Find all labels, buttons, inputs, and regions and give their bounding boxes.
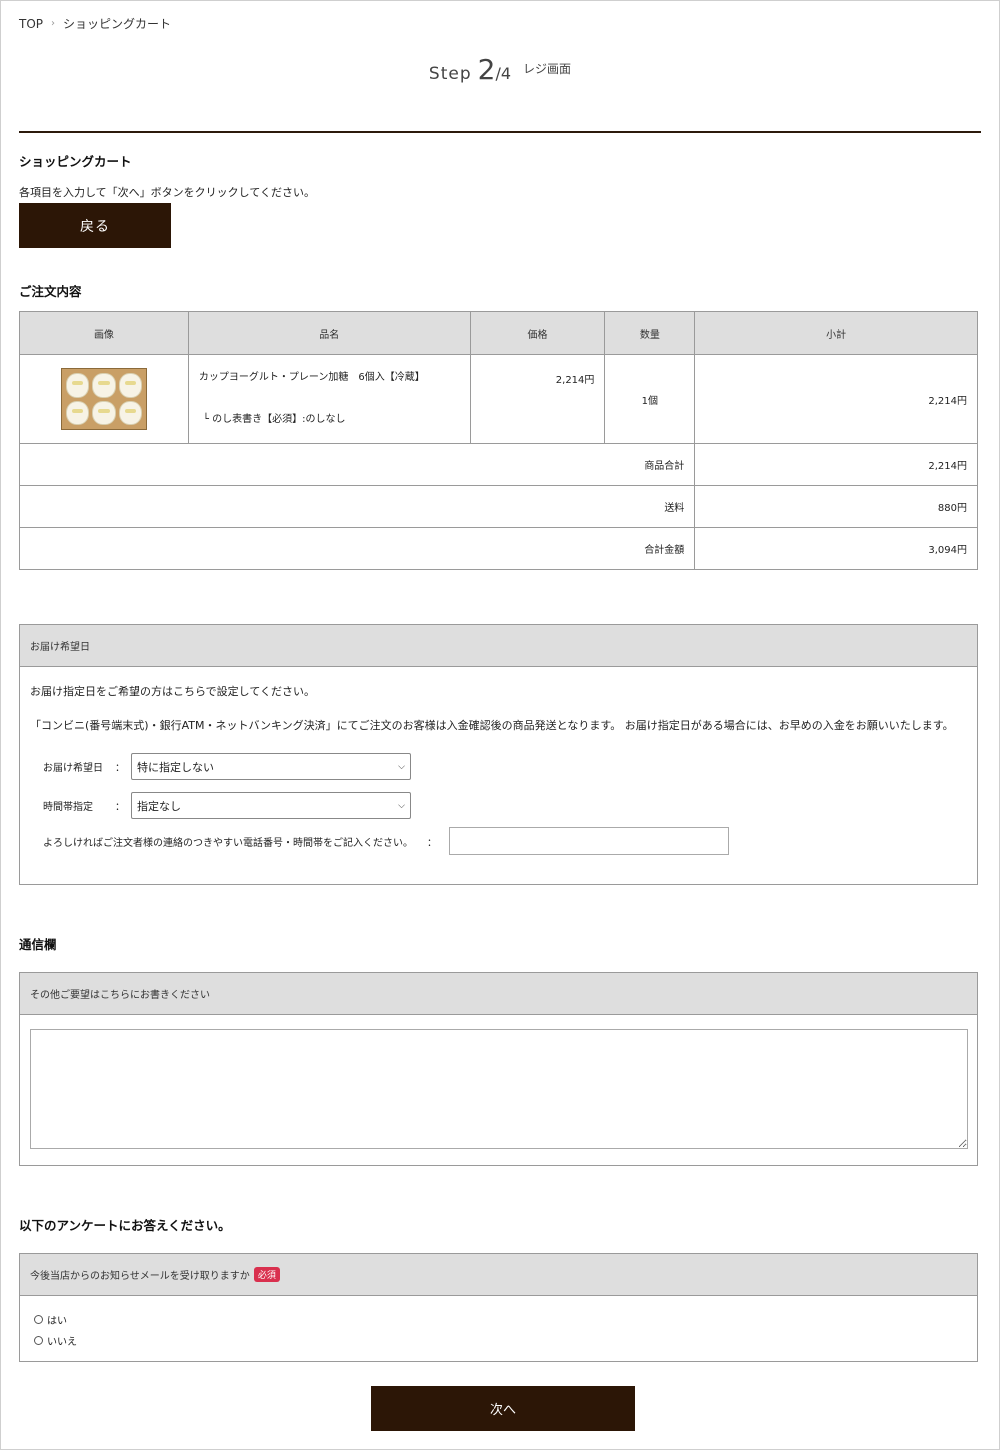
- radio-label: はい: [47, 1316, 67, 1327]
- colon: ：: [115, 802, 125, 813]
- breadcrumb-home-link[interactable]: TOP: [19, 17, 43, 31]
- comm-textarea[interactable]: [30, 1029, 968, 1149]
- header-divider: [19, 131, 981, 133]
- delivery-date-value: 特に指定しない: [137, 760, 214, 774]
- breadcrumb: TOP › ショッピングカート: [19, 15, 171, 32]
- product-image-cell: [19, 354, 189, 444]
- delivery-date-row: お届け希望日 ： 特に指定しない ⌵: [43, 753, 411, 780]
- next-button[interactable]: 次へ: [371, 1386, 635, 1431]
- radio-option-no[interactable]: いいえ: [34, 1333, 963, 1348]
- product-qty: 1個: [604, 354, 696, 444]
- col-header-subtotal: 小計: [694, 311, 978, 355]
- cart-title: ショッピングカート: [19, 154, 132, 169]
- col-header-price: 価格: [469, 311, 606, 355]
- contact-row: よろしければご注文者様の連絡のつきやすい電話番号・時間帯をご記入ください。 ：: [43, 827, 729, 855]
- summary-label: 送料: [18, 485, 696, 528]
- colon: ：: [427, 837, 437, 849]
- order-header-row: 画像 品名 価格 数量 小計: [19, 311, 978, 355]
- contact-input[interactable]: [449, 827, 729, 855]
- summary-value: 3,094円: [694, 527, 978, 570]
- chevron-down-icon: ⌵: [398, 800, 405, 811]
- product-image[interactable]: [60, 368, 147, 430]
- summary-value: 2,214円: [694, 443, 978, 486]
- summary-row-total: 合計金額 3,094円: [18, 527, 978, 570]
- col-header-name: 品名: [187, 311, 471, 355]
- colon: ：: [115, 763, 125, 774]
- chevron-right-icon: ›: [51, 18, 56, 29]
- delivery-panel: お届け希望日 お届け指定日をご希望の方はこちらで設定してください。 「コンビニ(…: [19, 624, 978, 885]
- time-slot-label: 時間帯指定: [43, 802, 93, 813]
- delivery-date-select[interactable]: 特に指定しない ⌵: [131, 753, 411, 780]
- comm-title: 通信欄: [19, 937, 57, 952]
- summary-value: 880円: [694, 485, 978, 528]
- delivery-header: お届け希望日: [20, 625, 977, 667]
- summary-row-items: 商品合計 2,214円: [18, 443, 978, 486]
- step-label: レジ画面: [523, 62, 572, 76]
- survey-question: 今後当店からのお知らせメールを受け取りますか 必須: [20, 1254, 977, 1296]
- col-header-image: 画像: [19, 311, 189, 355]
- required-badge: 必須: [253, 1267, 280, 1282]
- contact-label: よろしければご注文者様の連絡のつきやすい電話番号・時間帯をご記入ください。: [43, 837, 413, 849]
- comm-header: その他ご要望はこちらにお書きください: [20, 973, 977, 1015]
- summary-row-shipping: 送料 880円: [18, 485, 978, 528]
- survey-question-text: 今後当店からのお知らせメールを受け取りますか: [30, 1271, 250, 1282]
- order-table: 画像 品名 価格 数量 小計 カップヨーグルト・プレーン加糖 6個入【冷蔵】 └…: [18, 311, 978, 570]
- survey-title: 以下のアンケートにお答えください。: [19, 1218, 231, 1233]
- delivery-note: お届け指定日をご希望の方はこちらで設定してください。: [30, 685, 316, 698]
- radio-button[interactable]: [34, 1336, 43, 1345]
- back-button[interactable]: 戻る: [19, 203, 171, 248]
- breadcrumb-current: ショッピングカート: [63, 17, 172, 31]
- time-slot-row: 時間帯指定 ： 指定なし ⌵: [43, 792, 411, 819]
- product-price: 2,214円: [469, 354, 606, 444]
- survey-panel: 今後当店からのお知らせメールを受け取りますか 必須 はい いいえ: [19, 1253, 978, 1362]
- radio-option-yes[interactable]: はい: [34, 1312, 963, 1327]
- summary-label: 商品合計: [18, 443, 696, 486]
- step-current: 2: [477, 53, 496, 86]
- product-subtotal: 2,214円: [694, 354, 978, 444]
- summary-label: 合計金額: [18, 527, 696, 570]
- time-slot-select[interactable]: 指定なし ⌵: [131, 792, 411, 819]
- chevron-down-icon: ⌵: [398, 761, 405, 772]
- step-word: Step: [428, 64, 472, 84]
- step-indicator: Step 2/4 レジ画面: [1, 53, 999, 86]
- time-slot-value: 指定なし: [137, 799, 181, 813]
- col-header-qty: 数量: [604, 311, 696, 355]
- product-name[interactable]: カップヨーグルト・プレーン加糖 6個入【冷蔵】: [199, 371, 460, 385]
- radio-label: いいえ: [47, 1337, 77, 1348]
- delivery-date-label: お届け希望日: [43, 763, 103, 774]
- step-total: /4: [495, 64, 512, 83]
- payment-note: 「コンビニ(番号端末式)・銀行ATM・ネットバンキング決済」にてご注文のお客様は…: [30, 719, 954, 732]
- order-title: ご注文内容: [19, 284, 82, 299]
- comm-panel: その他ご要望はこちらにお書きください: [19, 972, 978, 1166]
- product-name-cell: カップヨーグルト・プレーン加糖 6個入【冷蔵】 └ のし表書き【必須】:のしなし: [187, 354, 471, 444]
- product-option: └ のし表書き【必須】:のしなし: [202, 414, 346, 425]
- table-row: カップヨーグルト・プレーン加糖 6個入【冷蔵】 └ のし表書き【必須】:のしなし…: [19, 354, 978, 444]
- radio-button[interactable]: [34, 1315, 43, 1324]
- cart-instruction: 各項目を入力して「次へ」ボタンをクリックしてください。: [19, 186, 316, 199]
